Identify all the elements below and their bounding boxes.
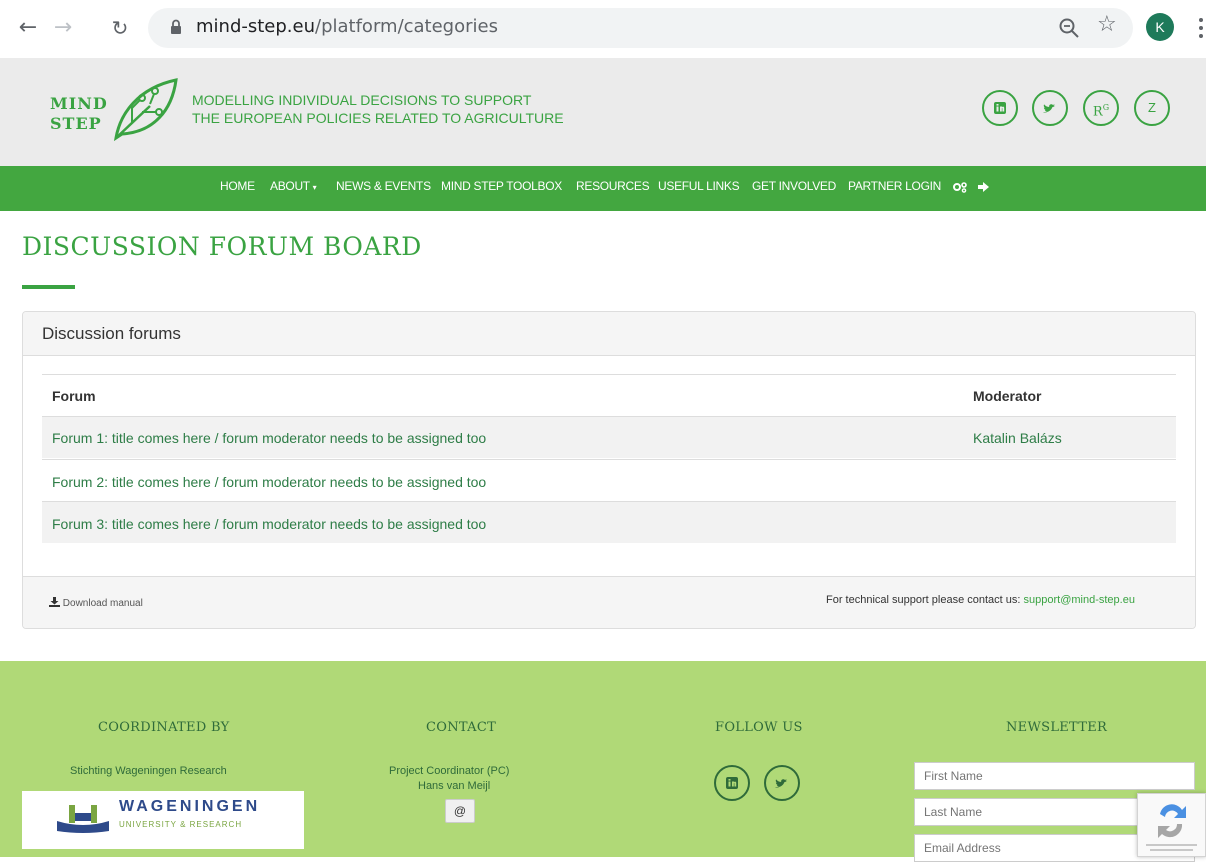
support-email-link[interactable]: support@mind-step.eu — [1024, 594, 1135, 606]
tagline-line-1: MODELLING INDIVIDUAL DECISIONS TO SUPPOR… — [192, 92, 532, 108]
header-researchgate-icon[interactable]: RG — [1083, 90, 1119, 126]
chevron-down-icon: ▾ — [312, 183, 317, 192]
researchgate-sup: G — [1102, 103, 1110, 112]
wur-subtitle: UNIVERSITY & RESEARCH — [119, 820, 243, 829]
title-underline — [22, 285, 75, 289]
zenodo-label: Z — [1148, 100, 1156, 115]
site-header — [0, 58, 1206, 166]
download-manual-label: Download manual — [62, 598, 143, 609]
bookmark-star-icon[interactable]: ☆ — [1097, 12, 1117, 37]
footer-twitter-icon[interactable] — [764, 765, 800, 801]
newsletter-first-name-input[interactable] — [914, 762, 1195, 790]
header-zenodo-icon[interactable]: Z — [1134, 90, 1170, 126]
support-text: For technical support please contact us:… — [826, 594, 1135, 606]
nav-home[interactable]: HOME — [220, 179, 255, 193]
forum-link[interactable]: Forum 1: title comes here / forum modera… — [52, 430, 486, 446]
zoom-icon[interactable] — [1058, 17, 1080, 39]
forum-link[interactable]: Forum 2: title comes here / forum modera… — [52, 474, 486, 490]
support-label: For technical support please contact us: — [826, 594, 1024, 606]
site-logo[interactable]: MIND STEP — [50, 94, 108, 134]
download-manual-link[interactable]: Download manual — [49, 597, 143, 609]
browser-menu-icon[interactable] — [1196, 16, 1206, 40]
leaf-logo-icon[interactable] — [110, 74, 180, 142]
nav-resources[interactable]: RESOURCES — [576, 179, 650, 193]
panel-heading — [23, 312, 1195, 356]
recaptcha-icon — [1146, 804, 1197, 851]
profile-avatar[interactable]: K — [1146, 13, 1174, 41]
lock-icon[interactable] — [170, 19, 182, 35]
column-header-moderator: Moderator — [973, 388, 1042, 404]
nav-get-involved[interactable]: GET INVOLVED — [752, 179, 836, 193]
download-icon — [49, 597, 60, 607]
footer-coordinated-by-heading: COORDINATED BY — [98, 720, 230, 735]
reload-icon[interactable]: ↻ — [108, 14, 132, 42]
nav-news-events[interactable]: NEWS & EVENTS — [336, 179, 431, 193]
nav-useful-links[interactable]: USEFUL LINKS — [658, 179, 740, 193]
panel-title: Discussion forums — [42, 324, 181, 343]
url-path: /platform/categories — [315, 16, 498, 37]
url-text[interactable]: mind-step.eu/platform/categories — [196, 16, 498, 37]
header-linkedin-icon[interactable] — [982, 90, 1018, 126]
url-host: mind-step.eu — [196, 16, 316, 37]
contact-role: Project Coordinator (PC) — [389, 765, 510, 777]
nav-about-label: ABOUT — [270, 179, 310, 193]
coordinator-name: Stichting Wageningen Research — [70, 765, 227, 777]
forum-link[interactable]: Forum 3: title comes here / forum modera… — [52, 516, 486, 532]
logo-line-2: STEP — [50, 114, 102, 133]
nav-mind-step-toolbox[interactable]: MIND STEP TOOLBOX — [441, 179, 562, 193]
forward-icon[interactable]: → — [51, 14, 75, 42]
table-top-border — [42, 374, 1176, 375]
footer-linkedin-icon[interactable] — [714, 765, 750, 801]
email-button[interactable]: @ — [445, 799, 475, 823]
nav-about[interactable]: ABOUT ▾ — [270, 179, 317, 193]
nav-partner-login[interactable]: PARTNER LOGIN — [848, 179, 941, 193]
back-icon[interactable]: ← — [16, 14, 40, 42]
header-twitter-icon[interactable] — [1032, 90, 1068, 126]
footer-contact-heading: CONTACT — [426, 720, 497, 735]
site-tagline: MODELLING INDIVIDUAL DECISIONS TO SUPPOR… — [192, 91, 564, 127]
footer-follow-heading: FOLLOW US — [715, 720, 803, 735]
recaptcha-badge[interactable] — [1137, 793, 1206, 857]
column-header-forum: Forum — [52, 388, 96, 404]
settings-cogs-icon[interactable] — [952, 181, 968, 193]
tagline-line-2: THE EUROPEAN POLICIES RELATED TO AGRICUL… — [192, 110, 564, 126]
logo-line-1: MIND — [50, 94, 108, 113]
moderator-link[interactable]: Katalin Balázs — [973, 430, 1062, 446]
footer-newsletter-heading: NEWSLETTER — [1006, 720, 1108, 735]
logout-icon[interactable] — [978, 182, 990, 192]
wur-emblem-icon — [57, 805, 109, 833]
contact-name: Hans van Meijl — [418, 780, 491, 792]
page-title: DISCUSSION FORUM BOARD — [22, 232, 422, 261]
wur-name: WAGENINGEN — [119, 798, 261, 815]
researchgate-label: R — [1092, 104, 1103, 120]
